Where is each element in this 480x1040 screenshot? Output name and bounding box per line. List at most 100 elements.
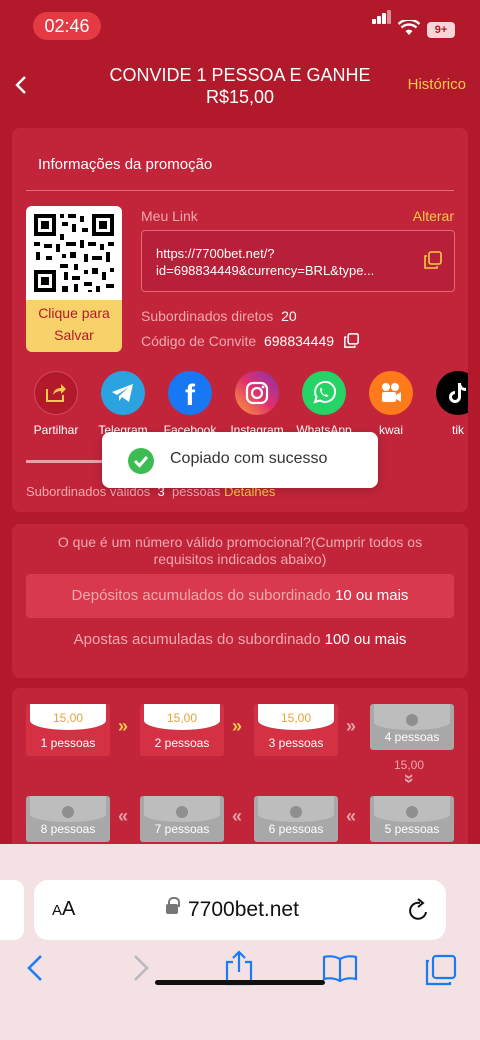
reader-aa-button[interactable]: AA	[52, 898, 75, 921]
instagram-icon	[235, 371, 279, 415]
bookmarks-icon[interactable]	[322, 954, 358, 982]
whatsapp-icon	[302, 371, 346, 415]
address-bar[interactable]: AA 7700bet.net	[34, 880, 446, 940]
share-kwai[interactable]: kwai	[359, 371, 423, 437]
double-chevron-down-icon: »	[399, 773, 420, 784]
deposits-value: 10 ou mais	[335, 587, 409, 604]
share-whatsapp[interactable]: WhatsApp	[292, 371, 356, 437]
rewards-card: 15,00 1 pessoas » 15,00 2 pessoas » 15,0…	[12, 688, 468, 868]
direct-label: Subordinados diretos	[141, 308, 274, 324]
share-facebook[interactable]: f Facebook	[158, 371, 222, 437]
copy-link-icon[interactable]	[424, 251, 442, 269]
share-label: Partilhar	[33, 423, 79, 437]
double-chevron-left-icon: «	[118, 806, 129, 826]
reward-envelope[interactable]: 15,00 2 pessoas	[140, 704, 224, 756]
link-text: https://7700bet.net/?id=698834449&curren…	[156, 246, 375, 278]
direct-value: 20	[281, 308, 297, 324]
status-bar: 02:46 9+	[0, 0, 480, 56]
share-label: tik	[452, 423, 464, 437]
change-link-button[interactable]: Alterar	[413, 208, 454, 224]
invite-code-label: Código de Convite	[141, 333, 257, 349]
link-field[interactable]: https://7700bet.net/?id=698834449&curren…	[141, 230, 455, 292]
tiktok-icon	[436, 371, 468, 415]
reward-amount: 15,00	[394, 758, 425, 772]
reward-level: 1 pessoas	[40, 736, 96, 750]
forward-icon[interactable]	[132, 954, 150, 982]
share-partilhar[interactable]: Partilhar	[24, 371, 88, 437]
reward-level: 2 pessoas	[154, 736, 210, 750]
reward-level: 7 pessoas	[154, 822, 210, 836]
promo-title: Informações da promoção	[38, 156, 213, 173]
double-chevron-left-icon: «	[346, 806, 357, 826]
qr-code	[26, 206, 122, 300]
reward-level: 4 pessoas	[384, 730, 440, 744]
share-tiktok[interactable]: tik	[426, 371, 468, 437]
my-link-label: Meu Link	[141, 208, 198, 224]
invite-code-value: 698834449	[263, 333, 335, 349]
reward-envelope[interactable]: 15,00 1 pessoas	[26, 704, 110, 756]
back-icon[interactable]	[26, 954, 44, 982]
facebook-icon: f	[168, 371, 212, 415]
spade-icon	[176, 806, 188, 818]
wifi-icon	[398, 20, 420, 35]
home-indicator	[155, 980, 325, 985]
aa-small: A	[52, 902, 63, 919]
divider	[26, 190, 454, 191]
status-time: 02:46	[33, 12, 101, 40]
title-line1: CONVIDE 1 PESSOA E GANHE	[109, 65, 371, 85]
requirement-bets: Apostas acumuladas do subordinado 100 ou…	[26, 620, 454, 660]
previous-tab[interactable]	[0, 880, 24, 940]
page-title: CONVIDE 1 PESSOA E GANHE R$15,00	[100, 64, 380, 108]
invite-code: Código de Convite 698834449	[141, 333, 359, 349]
page-header: CONVIDE 1 PESSOA E GANHE R$15,00 Históri…	[0, 56, 480, 116]
history-link[interactable]: Histórico	[408, 76, 466, 93]
qr-save-label: Clique para Salvar	[38, 305, 110, 343]
double-chevron-right-icon: »	[232, 716, 243, 736]
reward-amount: 15,00	[280, 711, 312, 725]
share-row: Partilhar Telegram f Facebook Instagram …	[12, 371, 468, 441]
reward-amount: 15,00	[52, 711, 84, 725]
share-instagram[interactable]: Instagram	[225, 371, 289, 437]
reward-envelope-locked[interactable]: 6 pessoas	[254, 796, 338, 842]
reward-envelope-locked[interactable]: 5 pessoas	[370, 796, 454, 842]
direct-subordinates: Subordinados diretos 20	[141, 308, 297, 324]
telegram-icon	[101, 371, 145, 415]
bets-value: 100 ou mais	[324, 631, 407, 648]
bets-label: Apostas acumuladas do subordinado	[73, 631, 321, 648]
reward-level: 8 pessoas	[40, 822, 96, 836]
share-telegram[interactable]: Telegram	[91, 371, 155, 437]
reward-level: 3 pessoas	[268, 736, 324, 750]
requirements-title: O que é um número válido promocional?(Cu…	[57, 534, 423, 567]
double-chevron-left-icon: «	[232, 806, 243, 826]
reward-envelope[interactable]: 15,00 3 pessoas	[254, 704, 338, 756]
tabs-icon[interactable]	[424, 954, 458, 986]
battery-icon: 9+	[427, 22, 455, 38]
spade-icon	[290, 806, 302, 818]
browser-bottom-bar: AA 7700bet.net	[0, 844, 480, 1040]
spade-icon	[406, 714, 418, 726]
url-text: 7700bet.net	[188, 898, 299, 921]
double-chevron-right-icon: »	[346, 716, 357, 736]
double-chevron-right-icon: »	[118, 716, 129, 736]
reward-amount: 15,00	[166, 711, 198, 725]
browser-toolbar	[0, 950, 480, 992]
toast-message: Copiado com sucesso	[170, 450, 328, 467]
reward-envelope-locked[interactable]: 8 pessoas	[26, 796, 110, 842]
spade-icon	[406, 806, 418, 818]
reward-level: 6 pessoas	[268, 822, 324, 836]
reward-envelope-locked[interactable]: 4 pessoas	[370, 704, 454, 750]
aa-big: A	[62, 898, 76, 920]
reload-icon[interactable]	[408, 898, 430, 922]
reward-level: 5 pessoas	[384, 822, 440, 836]
requirement-deposits: Depósitos acumulados do subordinado 10 o…	[26, 574, 454, 618]
spade-icon	[62, 806, 74, 818]
copy-code-icon[interactable]	[344, 333, 359, 348]
kwai-icon	[369, 371, 413, 415]
share-icon	[34, 371, 78, 415]
title-line2: R$15,00	[205, 87, 275, 107]
qr-save-button[interactable]: Clique para Salvar	[26, 206, 122, 352]
lock-icon	[166, 897, 180, 914]
reward-envelope-locked[interactable]: 7 pessoas	[140, 796, 224, 842]
toast: Copiado com sucesso	[102, 432, 378, 488]
back-chevron-icon[interactable]	[14, 74, 28, 102]
